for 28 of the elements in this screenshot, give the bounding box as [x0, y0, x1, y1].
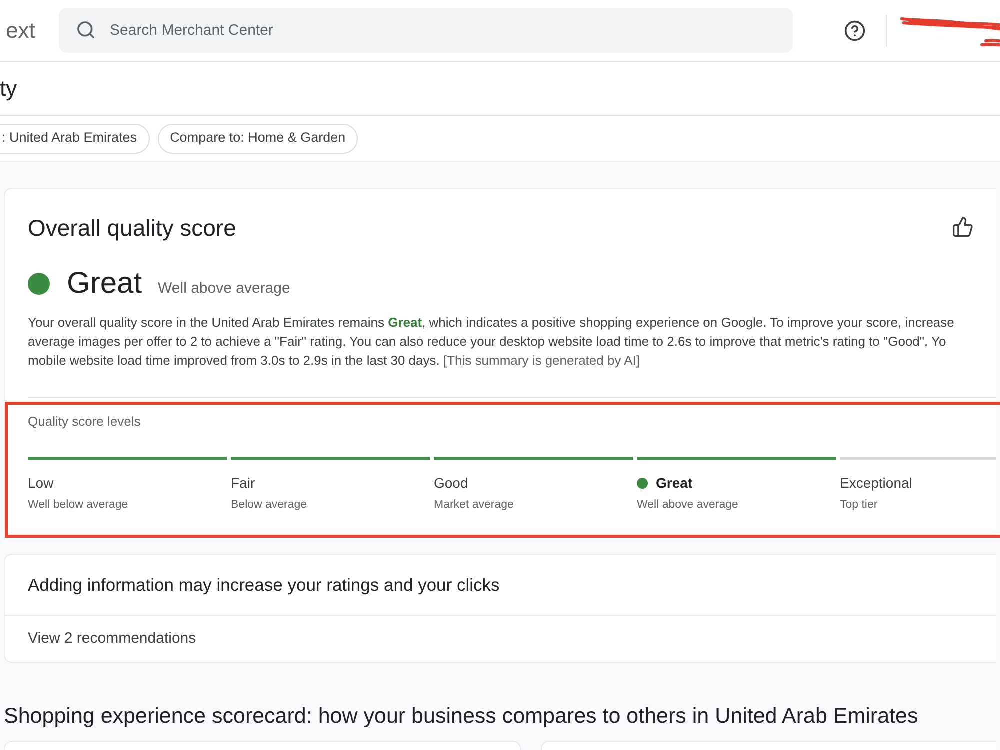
- recommendations-heading: Adding information may increase your ratings and your clicks: [28, 574, 500, 598]
- level-label: Good: [434, 474, 468, 492]
- level-caption: Well below average: [28, 498, 130, 513]
- view-recommendations-link[interactable]: View 2 recommendations: [28, 628, 196, 650]
- level-caption: Top tier: [840, 498, 879, 513]
- level-caption: Well above average: [637, 498, 740, 513]
- card-title: Overall quality score: [28, 214, 236, 242]
- level-label: Exceptional: [840, 474, 912, 493]
- filter-chip[interactable]: : United Arab Emirates: [0, 124, 150, 154]
- thumbs-up-button[interactable]: [951, 215, 975, 239]
- summary-text: Your overall quality score in the United Arab Emirates remains Great, which indicates a positive shopping experience on Google. To improve your score, increase average images per offer to 2 to achieve a "Fair" rating. You can also reduce your desktop website load time to 2.6s to improve that metric's rating to "Good". Yo mobile website load time improved from 3.0s to 2.9s in the last 30 days. [This summary is generated by AI]: [28, 314, 956, 370]
- rating-value: Great: [67, 266, 142, 302]
- rating-caption: Well above average: [158, 278, 290, 299]
- product-name: ext: [6, 17, 36, 45]
- help-icon: [844, 20, 866, 42]
- level-caption: Below average: [231, 498, 308, 513]
- level-label: Fair: [231, 474, 256, 492]
- filter-chip[interactable]: Compare to: Home & Garden: [158, 124, 358, 154]
- search-field[interactable]: Search Merchant Center: [59, 8, 793, 53]
- level-label: Great: [656, 474, 693, 492]
- help-button[interactable]: [843, 18, 867, 42]
- level-label: Low: [28, 474, 54, 492]
- page-title: ty: [0, 75, 18, 103]
- section-title: Quality score levels: [28, 414, 142, 430]
- thumbs-up-icon: [952, 216, 974, 238]
- scorecard-title: Shopping experience scorecard: how your business compares to others in United Arab Emirates: [4, 703, 920, 730]
- level-caption: Market average: [434, 498, 515, 513]
- search-icon: [76, 20, 96, 40]
